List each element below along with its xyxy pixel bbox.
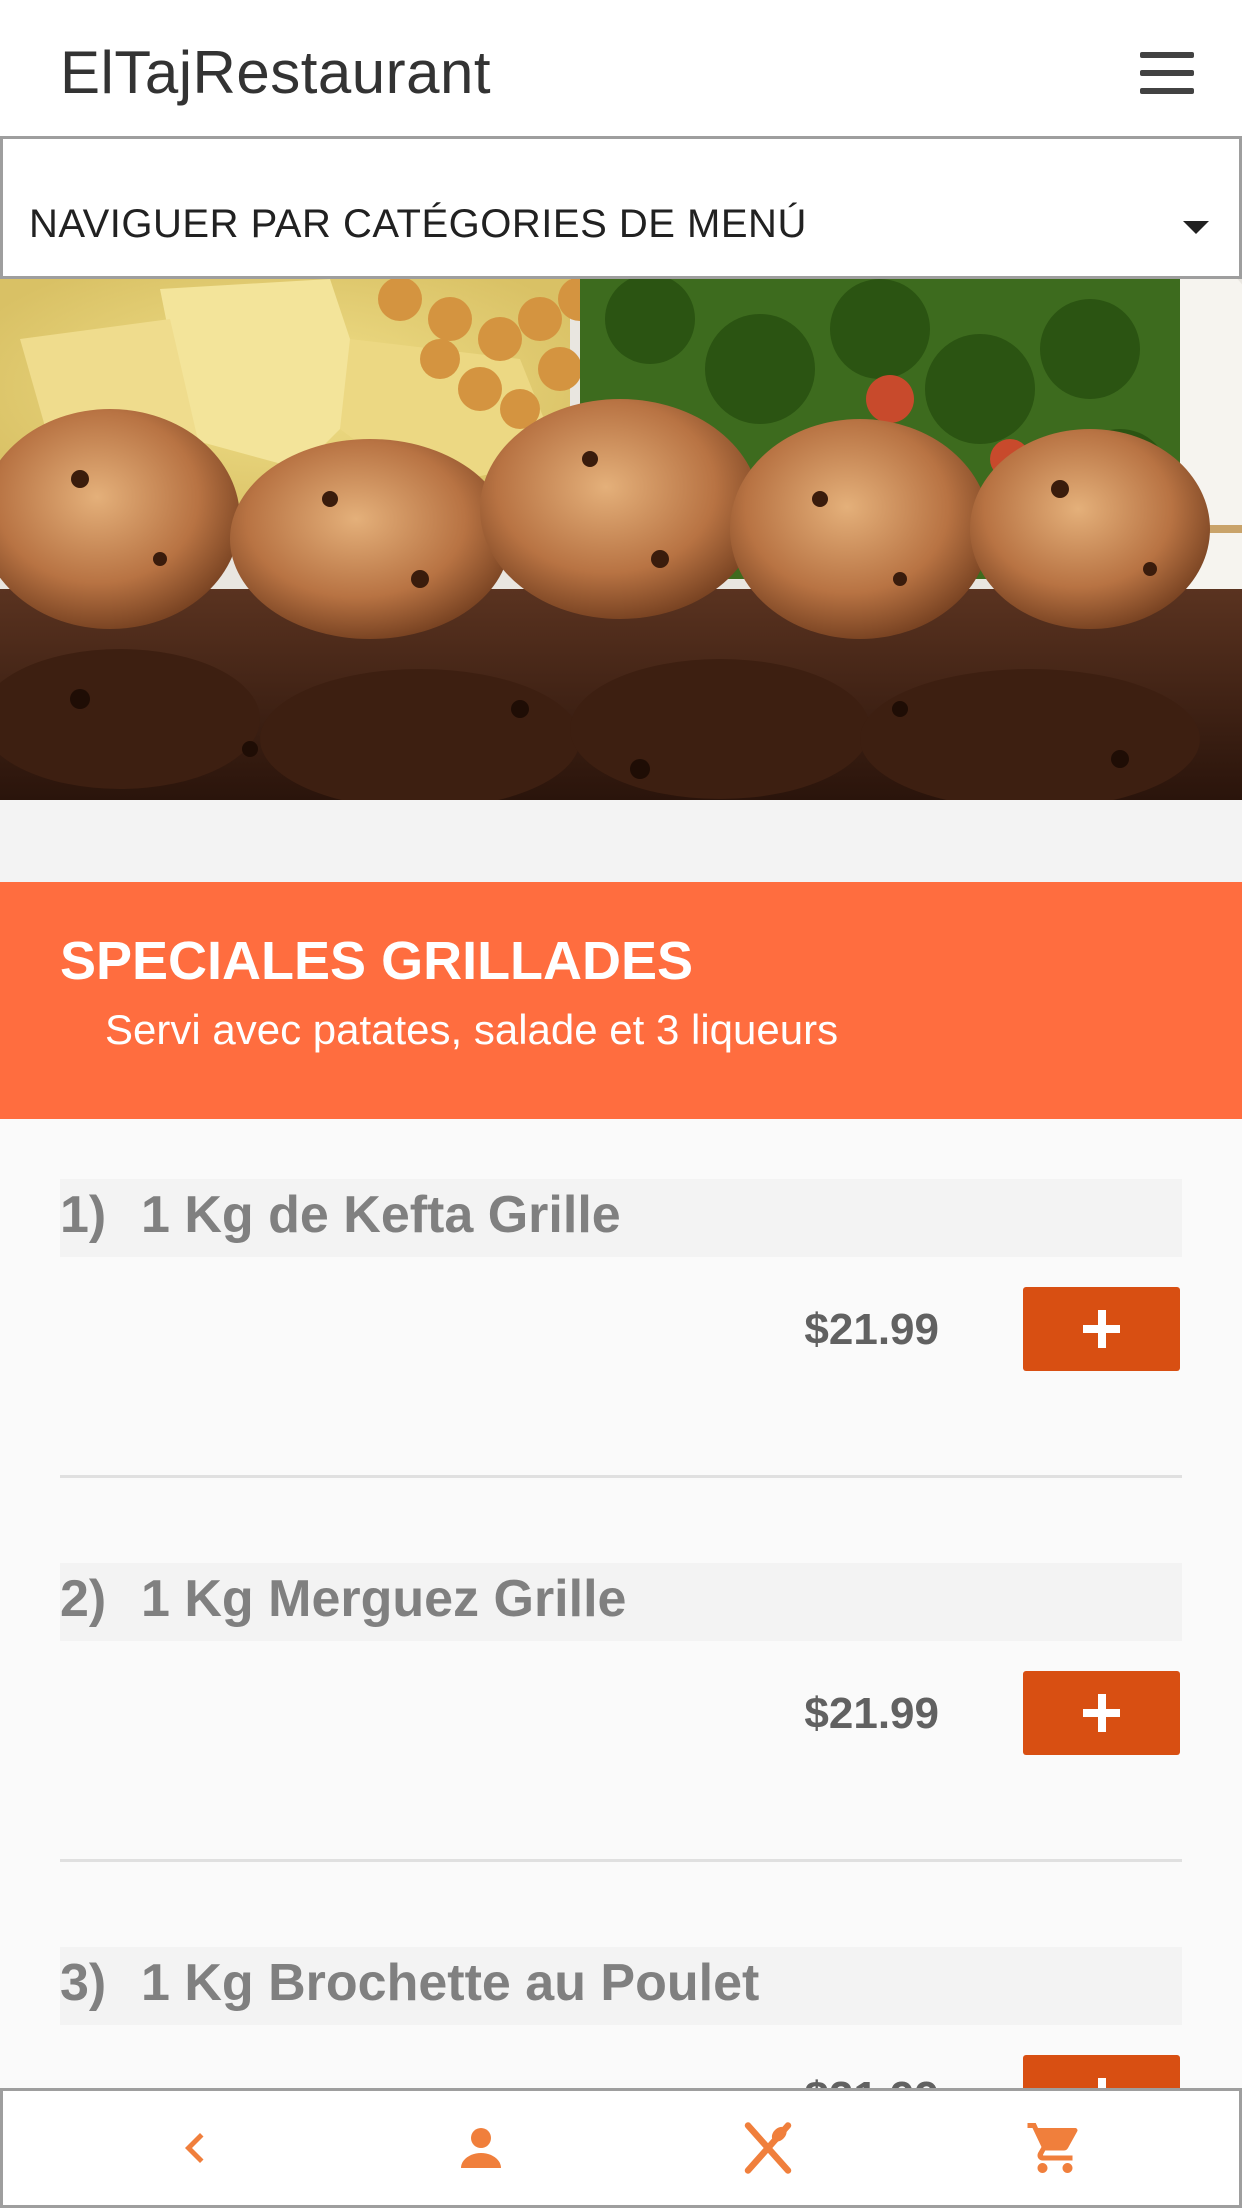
brand-title[interactable]: ElTajRestaurant: [60, 38, 491, 107]
nav-menu[interactable]: [693, 2091, 843, 2205]
category-subtitle: Servi avec patates, salade et 3 liqueurs: [105, 1006, 839, 1053]
item-divider: [60, 1859, 1182, 1862]
category-title: SPECIALES GRILLADES: [60, 931, 694, 991]
menu-item-number: 1): [60, 1186, 107, 1244]
hamburger-menu-icon[interactable]: [1134, 46, 1200, 100]
utensils-icon: [744, 2122, 792, 2174]
menu-item-price: $21.99: [804, 1689, 939, 1738]
grilled-kebab-platter-photo: [0, 279, 1242, 800]
category-dropdown-label: NAVIGUER PAR CATÉGORIES DE MENÚ: [29, 202, 807, 246]
bottom-navigation: [0, 2088, 1242, 2208]
menu-item-number: 2): [60, 1570, 107, 1628]
item-divider: [60, 1475, 1182, 1478]
nav-cart[interactable]: [980, 2091, 1130, 2205]
spacer-band: [0, 800, 1242, 882]
back-chevron-icon: [185, 2133, 204, 2163]
category-dropdown[interactable]: NAVIGUER PAR CATÉGORIES DE MENÚ: [0, 136, 1242, 279]
nav-account[interactable]: [406, 2091, 556, 2205]
dropdown-caret-icon: [1183, 221, 1209, 234]
menu-item-name[interactable]: 2) 1 Kg Merguez Grille: [60, 1563, 1182, 1641]
nav-back[interactable]: [120, 2091, 270, 2205]
hero-image: [0, 279, 1242, 800]
add-to-cart-button[interactable]: [1023, 1671, 1180, 1755]
account-icon: [461, 2128, 501, 2168]
cart-icon: [1027, 2123, 1078, 2173]
menu-item-title: 1 Kg Brochette au Poulet: [141, 1954, 760, 2012]
menu-item-name[interactable]: 1) 1 Kg de Kefta Grille: [60, 1179, 1182, 1257]
menu-item-title: 1 Kg Merguez Grille: [141, 1570, 627, 1628]
app-header: ElTajRestaurant: [0, 0, 1242, 136]
add-to-cart-button[interactable]: [1023, 1287, 1180, 1371]
menu-item-number: 3): [60, 1954, 107, 2012]
menu-item-name[interactable]: 3) 1 Kg Brochette au Poulet: [60, 1947, 1182, 2025]
menu-item-title: 1 Kg de Kefta Grille: [141, 1186, 621, 1244]
category-banner: SPECIALES GRILLADES Servi avec patates, …: [0, 882, 1242, 1119]
menu-item-price: $21.99: [804, 1305, 939, 1354]
